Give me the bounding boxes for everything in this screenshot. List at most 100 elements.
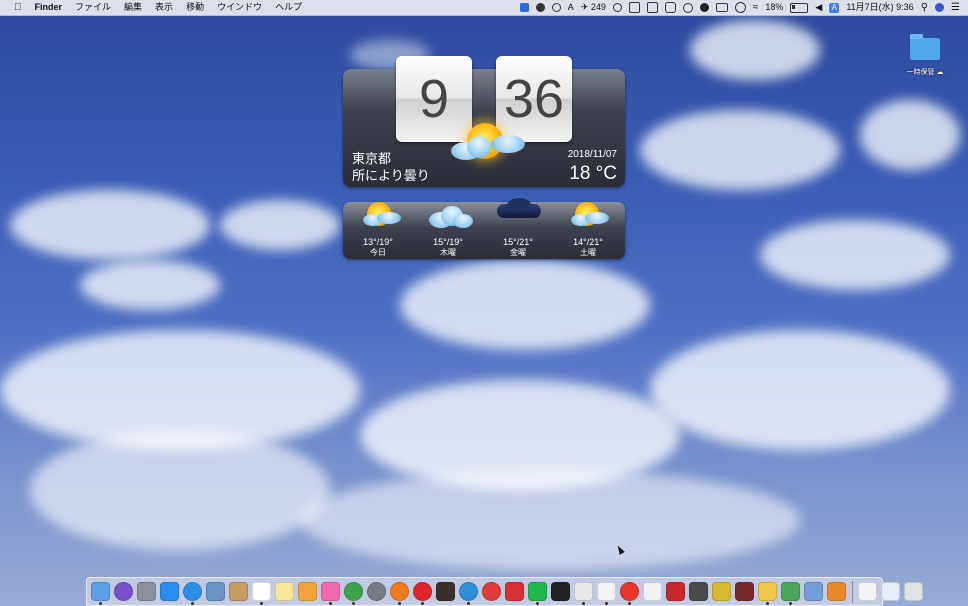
folder-icon — [910, 34, 940, 60]
menu-clock[interactable]: 11月7日(水) 9:36 — [846, 0, 913, 15]
clock-minute: 36 — [496, 56, 572, 142]
forecast-widget[interactable]: 13°/19° 今日 15°/19° 木曜 15°/21° 金曜 14°/21°… — [343, 198, 625, 259]
wifi-icon[interactable]: ≈ — [753, 0, 759, 15]
text-icon[interactable]: A — [568, 0, 574, 15]
forecast-day-label: 木曜 — [440, 248, 456, 257]
system-preferences-icon[interactable] — [367, 582, 386, 601]
forecast-day-label: 今日 — [370, 248, 386, 257]
menu-status-icon[interactable] — [535, 3, 545, 12]
document-icon[interactable] — [643, 582, 662, 601]
forecast-day: 14°/21° 土曜 — [553, 202, 623, 259]
app-icon-red[interactable] — [505, 582, 524, 601]
contacts-icon[interactable] — [229, 582, 248, 601]
cursor-icon[interactable] — [682, 2, 693, 13]
notification-center-icon[interactable]: ☰ — [951, 0, 960, 15]
trash-icon[interactable] — [904, 582, 923, 601]
media-player-icon[interactable] — [620, 582, 639, 605]
weather-date: 2018/11/07 — [567, 149, 617, 160]
app-icon-dark[interactable] — [436, 582, 455, 601]
siri-menu-icon[interactable] — [935, 3, 945, 12]
spotlight-search-icon[interactable]: ⚲ — [921, 0, 928, 15]
forecast-day-label: 土曜 — [580, 248, 596, 257]
app-menu-finder[interactable]: Finder — [35, 0, 63, 15]
menu-file[interactable]: ファイル — [75, 0, 111, 15]
desktop-folder[interactable]: 一時保管 ☁ — [898, 34, 952, 77]
clock-widget[interactable]: 9 36 東京都 所により曇り 2018/11/07 18 °C — [343, 56, 625, 187]
dropbox-icon[interactable] — [519, 3, 529, 12]
line-menu-icon[interactable] — [699, 3, 709, 12]
mail-icon[interactable] — [574, 582, 593, 605]
dock-separator — [852, 580, 853, 603]
running-indicator — [260, 602, 263, 605]
app-icon-gray[interactable] — [689, 582, 708, 601]
battery-icon[interactable] — [790, 2, 809, 13]
vivaldi-icon[interactable] — [482, 582, 501, 601]
smile-icon[interactable] — [551, 3, 561, 12]
app-icon-yellow[interactable] — [712, 582, 731, 601]
app-store-icon[interactable] — [160, 582, 179, 601]
menu-bar:  Finder ファイル 編集 表示 移動 ウインドウ ヘルプ A ✈ 249… — [0, 0, 968, 16]
pdf-icon[interactable] — [666, 582, 685, 601]
running-indicator — [605, 602, 608, 605]
opera-icon[interactable] — [413, 582, 432, 605]
eye-icon[interactable] — [612, 3, 622, 12]
stickies-icon[interactable] — [758, 582, 777, 605]
notes-icon[interactable] — [275, 582, 294, 601]
menu-go[interactable]: 移動 — [186, 0, 204, 15]
running-indicator — [421, 602, 424, 605]
forecast-range: 15°/19° — [433, 237, 463, 247]
launchpad-icon[interactable] — [137, 582, 156, 601]
documents-stack-icon[interactable] — [881, 582, 900, 601]
counter-value: 249 — [590, 2, 606, 12]
running-indicator — [536, 602, 539, 605]
itunes-icon[interactable] — [321, 582, 340, 605]
app-icon-orange[interactable] — [827, 582, 846, 601]
running-indicator — [191, 602, 194, 605]
clipboard-icon[interactable] — [646, 2, 658, 13]
sync-icon[interactable] — [734, 2, 746, 13]
running-indicator — [99, 602, 102, 605]
volume-icon[interactable]: ◀ — [815, 0, 822, 15]
running-indicator — [628, 602, 631, 605]
safari-icon[interactable] — [183, 582, 202, 605]
forecast-range: 14°/21° — [573, 237, 603, 247]
weather-temperature: 18 °C — [569, 163, 617, 184]
apple-icon[interactable]:  — [14, 2, 22, 13]
app-icon-multicolor[interactable] — [804, 582, 823, 601]
counter-badge[interactable]: ✈ 249 — [581, 0, 606, 15]
chrome-icon[interactable] — [344, 582, 363, 605]
running-indicator — [398, 602, 401, 605]
weather-condition: 所により曇り — [352, 168, 430, 183]
running-indicator — [352, 602, 355, 605]
siri-icon[interactable] — [114, 582, 133, 601]
app-icon-green[interactable] — [781, 582, 800, 605]
firefox-icon[interactable] — [390, 582, 409, 605]
preview-icon[interactable] — [206, 582, 225, 601]
running-indicator — [329, 602, 332, 605]
display-icon[interactable] — [715, 3, 728, 12]
menu-window[interactable]: ウインドウ — [217, 0, 262, 15]
forecast-day: 15°/21° 金曜 — [483, 198, 553, 259]
screen-icon[interactable] — [664, 2, 676, 13]
line-icon[interactable] — [528, 582, 547, 605]
train-icon[interactable] — [628, 2, 640, 13]
finder-icon[interactable] — [91, 582, 110, 605]
running-indicator — [766, 602, 769, 605]
textedit-icon[interactable] — [597, 582, 616, 605]
photos-icon[interactable] — [298, 582, 317, 601]
battery-percent: 18% — [765, 2, 784, 12]
running-indicator — [582, 602, 585, 605]
app-icon-maroon[interactable] — [735, 582, 754, 601]
menu-view[interactable]: 表示 — [155, 0, 173, 15]
folder-stack-icon[interactable] — [858, 582, 877, 601]
app-icon-black[interactable] — [551, 582, 570, 601]
clock-hour: 9 — [396, 56, 472, 142]
input-method-icon[interactable]: A — [829, 2, 840, 13]
forecast-range: 15°/21° — [503, 237, 533, 247]
running-indicator — [789, 602, 792, 605]
running-indicator — [467, 602, 470, 605]
tweetbot-icon[interactable] — [459, 582, 478, 605]
menu-edit[interactable]: 編集 — [124, 0, 142, 15]
menu-help[interactable]: ヘルプ — [275, 0, 302, 15]
calendar-icon[interactable] — [252, 582, 271, 605]
